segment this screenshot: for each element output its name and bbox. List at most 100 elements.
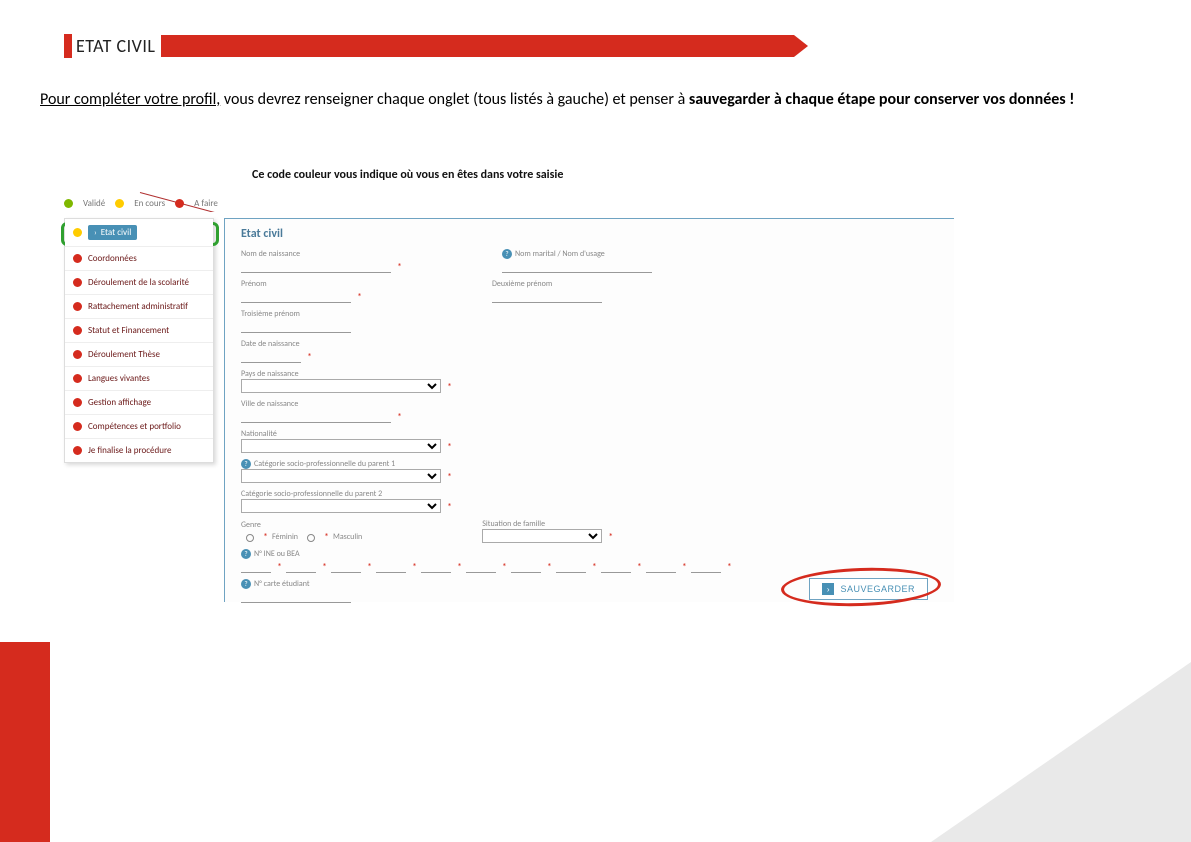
status-dot-icon bbox=[73, 398, 82, 407]
sidebar-item-label: Statut et Financement bbox=[88, 325, 169, 336]
status-dot-icon bbox=[73, 254, 82, 263]
info-icon[interactable]: ? bbox=[241, 579, 251, 589]
section-banner: ETAT CIVIL bbox=[64, 34, 794, 58]
select-csp1[interactable] bbox=[241, 469, 441, 483]
label-csp1: ?Catégorie socio-professionnelle du pare… bbox=[241, 459, 452, 469]
label-prenom2: Deuxième prénom bbox=[492, 279, 602, 289]
input-carte-etudiant[interactable] bbox=[241, 589, 351, 603]
sidebar-item-these[interactable]: Déroulement Thèse bbox=[65, 343, 213, 367]
chevron-right-icon: › bbox=[822, 583, 834, 595]
label-nom-naissance: Nom de naissance bbox=[241, 249, 402, 259]
radio-masculin[interactable] bbox=[307, 534, 315, 542]
select-nationalite[interactable] bbox=[241, 439, 441, 453]
input-prenom2[interactable] bbox=[492, 289, 602, 303]
select-pays-naiss[interactable] bbox=[241, 379, 441, 393]
status-dot-icon bbox=[73, 350, 82, 359]
label-ville-naiss: Ville de naissance bbox=[241, 399, 402, 409]
banner-ribbon bbox=[161, 35, 794, 57]
label-prenom: Prénom bbox=[241, 279, 362, 289]
sidebar-item-financement[interactable]: Statut et Financement bbox=[65, 319, 213, 343]
sidebar-item-label: Etat civil bbox=[101, 227, 132, 238]
status-dot-icon bbox=[73, 278, 82, 287]
sidebar-item-langues[interactable]: Langues vivantes bbox=[65, 367, 213, 391]
required-icon: * bbox=[608, 530, 613, 543]
input-ine-3[interactable] bbox=[331, 559, 361, 573]
section-title: ETAT CIVIL bbox=[64, 34, 161, 58]
select-csp2[interactable] bbox=[241, 499, 441, 513]
radio-feminin[interactable] bbox=[246, 534, 254, 542]
sidebar-item-competences[interactable]: Compétences et portfolio bbox=[65, 415, 213, 439]
input-ine-7[interactable] bbox=[511, 559, 541, 573]
decor-corner-grey bbox=[931, 662, 1191, 842]
required-icon: * bbox=[447, 500, 452, 513]
decor-corner-red bbox=[0, 642, 50, 842]
input-date-naiss[interactable] bbox=[241, 349, 301, 363]
intro-underline: Pour compléter votre profil, bbox=[40, 90, 220, 109]
input-nom-naissance[interactable] bbox=[241, 259, 391, 273]
sidebar-item-scolarite[interactable]: Déroulement de la scolarité bbox=[65, 271, 213, 295]
dot-valid-icon bbox=[64, 199, 73, 208]
save-label: SAUVEGARDER bbox=[840, 584, 915, 594]
input-ine-9[interactable] bbox=[601, 559, 631, 573]
sidebar-nav: › Etat civil Coordonnées Déroulement de l… bbox=[64, 218, 214, 463]
status-dot-icon bbox=[73, 228, 82, 237]
label-nationalite: Nationalité bbox=[241, 429, 452, 439]
select-situation[interactable] bbox=[482, 529, 602, 543]
sidebar-item-label: Compétences et portfolio bbox=[88, 421, 181, 432]
input-ine-4[interactable] bbox=[376, 559, 406, 573]
status-dot-icon bbox=[73, 302, 82, 311]
label-situation: Situation de famille bbox=[482, 519, 613, 529]
label-pays-naiss: Pays de naissance bbox=[241, 369, 452, 379]
dot-todo-icon bbox=[175, 199, 184, 208]
save-button[interactable]: › SAUVEGARDER bbox=[809, 578, 928, 600]
dot-progress-icon bbox=[115, 199, 124, 208]
required-icon: * bbox=[447, 470, 452, 483]
sidebar-item-affichage[interactable]: Gestion affichage bbox=[65, 391, 213, 415]
input-prenom[interactable] bbox=[241, 289, 351, 303]
sidebar-item-label: Déroulement de la scolarité bbox=[88, 277, 189, 288]
required-icon: * bbox=[447, 380, 452, 393]
sidebar-item-label: Coordonnées bbox=[88, 253, 137, 264]
label-genre: Genre bbox=[241, 520, 362, 530]
sidebar-item-label: Déroulement Thèse bbox=[88, 349, 160, 360]
required-icon: * bbox=[447, 440, 452, 453]
sidebar-item-label: Langues vivantes bbox=[88, 373, 150, 384]
sidebar-item-finalise[interactable]: Je finalise la procédure bbox=[65, 439, 213, 462]
input-ine-5[interactable] bbox=[421, 559, 451, 573]
chevron-right-icon: › bbox=[94, 228, 97, 238]
input-ine-6[interactable] bbox=[466, 559, 496, 573]
info-icon[interactable]: ? bbox=[241, 459, 251, 469]
status-dot-icon bbox=[73, 422, 82, 431]
sidebar-item-label: Rattachement administratif bbox=[88, 301, 188, 312]
status-dot-icon bbox=[73, 374, 82, 383]
input-prenom3[interactable] bbox=[241, 319, 351, 333]
label-nom-marital: ?Nom marital / Nom d'usage bbox=[502, 249, 652, 259]
required-icon: * bbox=[397, 410, 402, 423]
intro-text: Pour compléter votre profil, vous devrez… bbox=[40, 90, 1151, 110]
required-icon: * bbox=[357, 290, 362, 303]
info-icon[interactable]: ? bbox=[502, 249, 512, 259]
label-csp2: Catégorie socio-professionnelle du paren… bbox=[241, 489, 452, 499]
sidebar-item-coordonnees[interactable]: Coordonnées bbox=[65, 247, 213, 271]
label-prenom3: Troisième prénom bbox=[241, 309, 351, 319]
input-nom-marital[interactable] bbox=[502, 259, 652, 273]
sidebar-item-rattachement[interactable]: Rattachement administratif bbox=[65, 295, 213, 319]
input-ine-11[interactable] bbox=[691, 559, 721, 573]
input-ine-1[interactable] bbox=[241, 559, 271, 573]
callout-color-code: Ce code couleur vous indique où vous en … bbox=[252, 168, 563, 182]
info-icon[interactable]: ? bbox=[241, 549, 251, 559]
sidebar-item-etat-civil[interactable]: › Etat civil bbox=[65, 219, 213, 247]
input-ine-10[interactable] bbox=[646, 559, 676, 573]
sidebar-item-label: Je finalise la procédure bbox=[88, 445, 171, 456]
status-legend: Validé En cours A faire bbox=[64, 198, 218, 209]
label-carte-etudiant: ?N° carte étudiant bbox=[241, 579, 351, 589]
input-ine-8[interactable] bbox=[556, 559, 586, 573]
status-dot-icon bbox=[73, 326, 82, 335]
sidebar-item-label: Gestion affichage bbox=[88, 397, 151, 408]
required-icon: * bbox=[397, 260, 402, 273]
form-title: Etat civil bbox=[241, 227, 938, 241]
label-ine: ?N° INE ou BEA bbox=[241, 549, 732, 559]
input-ville-naiss[interactable] bbox=[241, 409, 391, 423]
input-ine-2[interactable] bbox=[286, 559, 316, 573]
label-date-naiss: Date de naissance bbox=[241, 339, 312, 349]
